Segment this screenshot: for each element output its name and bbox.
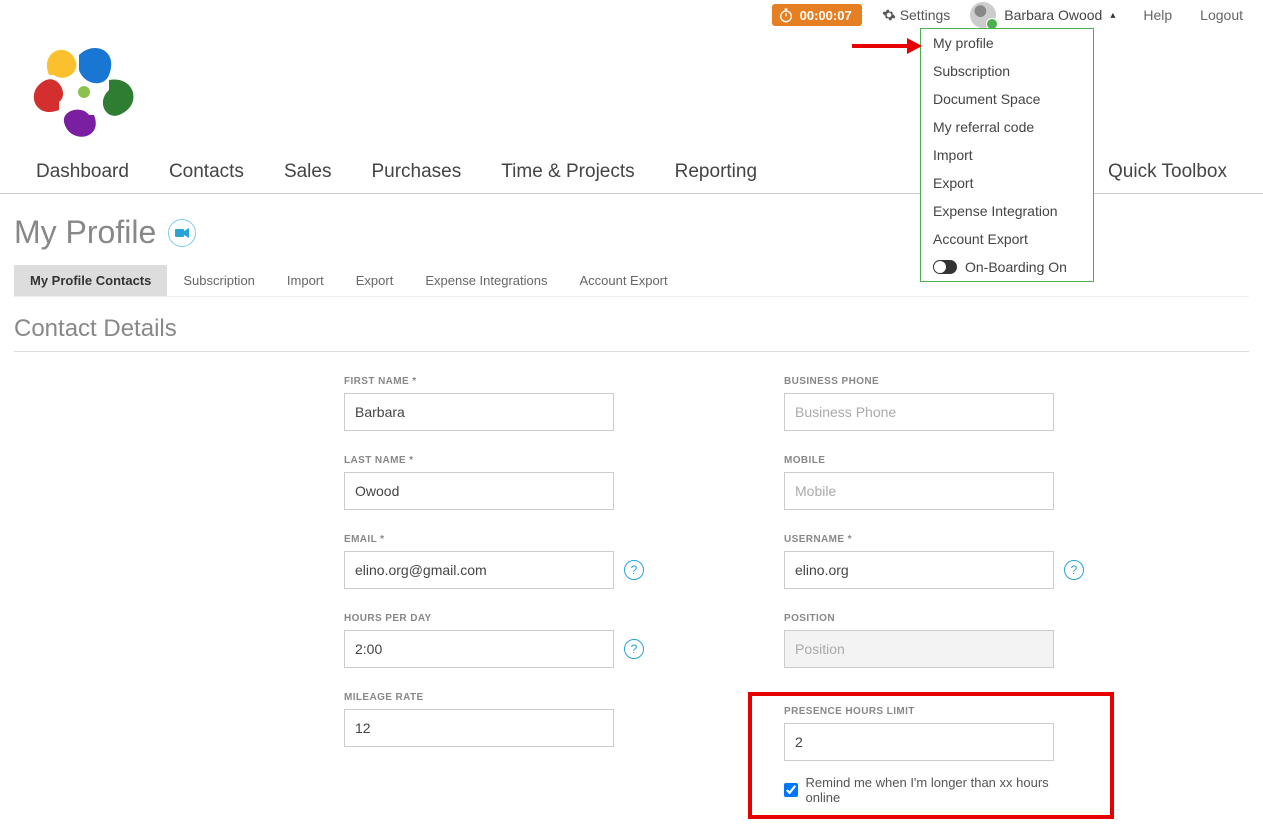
mileage-rate-field[interactable] — [344, 709, 614, 747]
tab-subscription[interactable]: Subscription — [167, 265, 271, 296]
mobile-label: MOBILE — [784, 455, 1114, 466]
help-icon[interactable]: ? — [624, 639, 644, 659]
menu-account-export[interactable]: Account Export — [921, 225, 1093, 253]
timer-value: 00:00:07 — [800, 8, 852, 23]
tab-export[interactable]: Export — [340, 265, 410, 296]
remind-checkbox-row[interactable]: Remind me when I'm longer than xx hours … — [784, 775, 1078, 805]
presence-highlight: PRESENCE HOURS LIMIT Remind me when I'm … — [748, 692, 1114, 819]
remind-checkbox[interactable] — [784, 783, 798, 797]
menu-my-profile[interactable]: My profile — [921, 29, 1093, 57]
callout-arrow-icon — [852, 36, 922, 56]
toggle-label: On-Boarding On — [965, 259, 1067, 275]
user-dropdown: My profile Subscription Document Space M… — [920, 28, 1094, 282]
nav-purchases[interactable]: Purchases — [351, 153, 481, 193]
gear-icon — [882, 8, 896, 22]
nav-reporting[interactable]: Reporting — [655, 153, 777, 193]
email-field[interactable] — [344, 551, 614, 589]
user-name: Barbara Owood — [1004, 7, 1102, 23]
menu-document-space[interactable]: Document Space — [921, 85, 1093, 113]
hours-per-day-field[interactable] — [344, 630, 614, 668]
help-icon[interactable]: ? — [624, 560, 644, 580]
first-name-field[interactable] — [344, 393, 614, 431]
menu-expense-integration[interactable]: Expense Integration — [921, 197, 1093, 225]
avatar — [970, 2, 996, 28]
menu-referral-code[interactable]: My referral code — [921, 113, 1093, 141]
section-divider — [14, 351, 1249, 352]
presence-limit-field[interactable] — [784, 723, 1054, 761]
nav-quick-toolbox[interactable]: Quick Toolbox — [1088, 153, 1247, 193]
remind-label: Remind me when I'm longer than xx hours … — [806, 775, 1078, 805]
menu-subscription[interactable]: Subscription — [921, 57, 1093, 85]
logout-link[interactable]: Logout — [1200, 7, 1243, 23]
nav-sales[interactable]: Sales — [264, 153, 352, 193]
menu-import[interactable]: Import — [921, 141, 1093, 169]
tab-expense-integrations[interactable]: Expense Integrations — [409, 265, 563, 296]
first-name-label: FIRST NAME * — [344, 376, 674, 387]
menu-export[interactable]: Export — [921, 169, 1093, 197]
tab-my-profile-contacts[interactable]: My Profile Contacts — [14, 265, 167, 296]
settings-link[interactable]: Settings — [882, 7, 951, 23]
username-field[interactable] — [784, 551, 1054, 589]
help-icon[interactable]: ? — [1064, 560, 1084, 580]
business-phone-field[interactable] — [784, 393, 1054, 431]
settings-label: Settings — [900, 7, 951, 23]
hours-per-day-label: HOURS PER DAY — [344, 613, 674, 624]
tab-import[interactable]: Import — [271, 265, 340, 296]
position-field[interactable] — [784, 630, 1054, 668]
section-title: Contact Details — [14, 315, 1249, 343]
nav-time-projects[interactable]: Time & Projects — [481, 153, 654, 193]
app-logo — [24, 40, 154, 140]
last-name-field[interactable] — [344, 472, 614, 510]
menu-onboarding-toggle[interactable]: On-Boarding On — [921, 253, 1093, 281]
chevron-up-icon: ▴ — [1110, 10, 1115, 21]
help-link[interactable]: Help — [1143, 7, 1172, 23]
timer-badge[interactable]: 00:00:07 — [772, 4, 862, 26]
email-label: EMAIL * — [344, 534, 674, 545]
business-phone-label: BUSINESS PHONE — [784, 376, 1114, 387]
user-menu-trigger[interactable]: Barbara Owood ▴ — [970, 2, 1115, 28]
position-label: POSITION — [784, 613, 1114, 624]
mileage-rate-label: MILEAGE RATE — [344, 692, 674, 703]
nav-contacts[interactable]: Contacts — [149, 153, 264, 193]
video-icon[interactable] — [168, 219, 196, 247]
presence-limit-label: PRESENCE HOURS LIMIT — [784, 706, 1078, 717]
tab-account-export[interactable]: Account Export — [563, 265, 683, 296]
mobile-field[interactable] — [784, 472, 1054, 510]
last-name-label: LAST NAME * — [344, 455, 674, 466]
toggle-switch-icon — [933, 260, 957, 274]
nav-dashboard[interactable]: Dashboard — [16, 153, 149, 193]
page-title: My Profile — [14, 214, 156, 251]
username-label: USERNAME * — [784, 534, 1114, 545]
stopwatch-icon — [778, 7, 794, 23]
